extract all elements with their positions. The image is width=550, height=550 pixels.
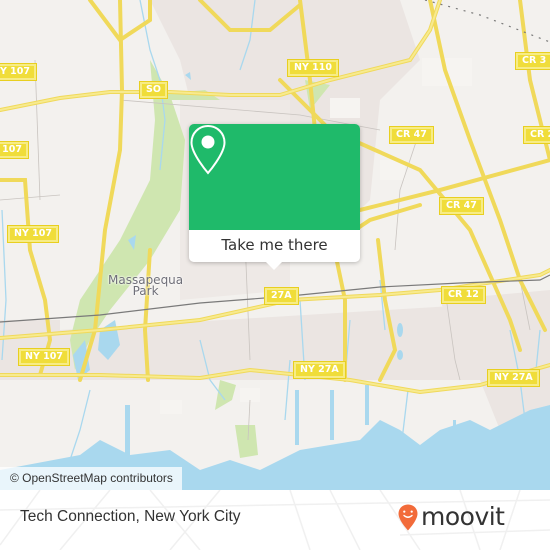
location-popup: Take me there [189,124,360,270]
moovit-logo[interactable]: moovit [398,502,505,532]
take-me-there-button[interactable]: Take me there [189,230,360,262]
road-shield-so: SO [139,81,168,99]
location-title: Tech Connection, New York City [20,508,241,525]
road-shield-cr-47: CR 47 [439,197,484,215]
moovit-smiley-pin-icon [398,504,418,530]
map-pin-icon [190,124,226,175]
road-shield-ny-107: NY 107 [7,225,59,243]
map-attribution[interactable]: © OpenStreetMap contributors [0,467,182,490]
footer-bar: Tech Connection, New York City moovit [0,490,550,550]
road-shield-cr-12: CR 12 [441,286,486,304]
map-view[interactable]: Massapequa Park SO NY 110 CR 3 CR 47 CR … [0,0,550,490]
road-shield-ny-107: NY 107 [0,63,37,81]
road-shield-ny-110: NY 110 [287,59,339,77]
road-shield-ny-27a: NY 27A [487,369,540,387]
place-label-massapequa-park: Massapequa Park [108,274,183,298]
place-label-line: Park [132,284,159,298]
road-shield-ny-107: NY 107 [18,348,70,366]
take-me-there-label: Take me there [221,236,328,254]
road-shield-cr-47: CR 47 [389,126,434,144]
popup-pointer [265,261,283,270]
road-shield-cr-2: CR 2 [522,126,550,144]
moovit-brand-name: moovit [421,502,505,531]
road-shield-ny-107: NY 107 [0,141,29,159]
popup-header [189,124,360,230]
road-shield-27a: 27A [264,287,299,305]
road-shield-cr-3: CR 3 [514,52,550,70]
road-shield-ny-27a: NY 27A [293,361,346,379]
